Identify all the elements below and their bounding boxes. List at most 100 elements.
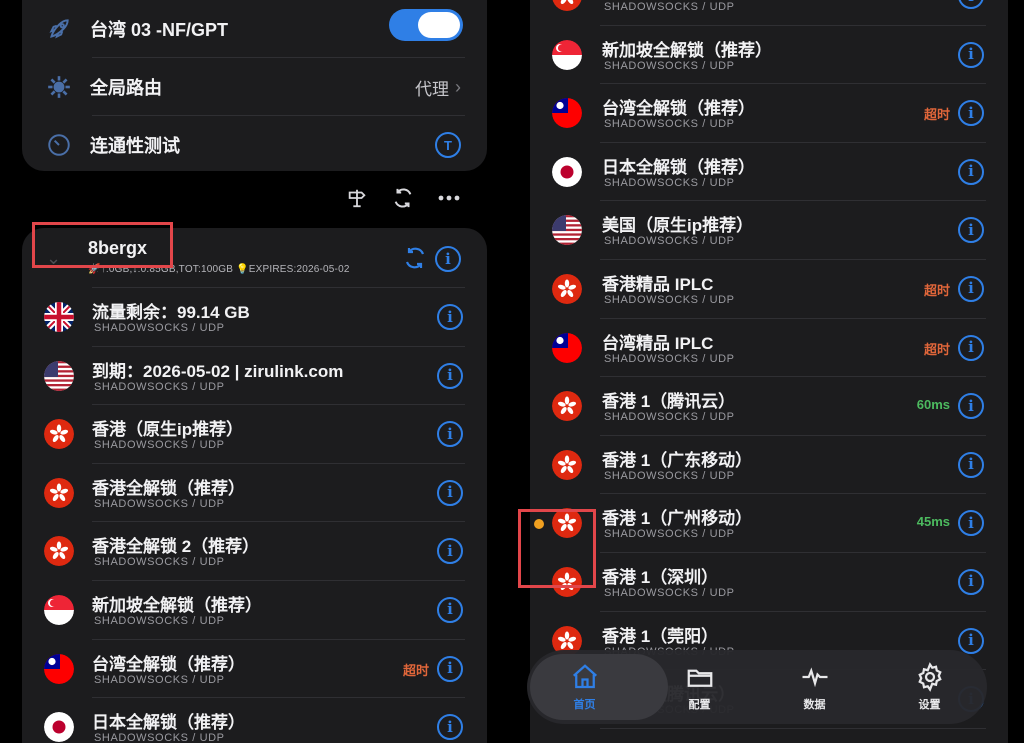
gauge-icon (44, 130, 74, 160)
info-icon[interactable]: i (958, 393, 984, 420)
proxy-toggle[interactable] (389, 9, 463, 41)
chevron-down-icon[interactable]: ⌄ (46, 248, 61, 269)
info-icon[interactable]: i (958, 275, 984, 302)
group-header[interactable]: ⌄ 8bergx 🚀↑:0GB,↓:0.85GB,TOT:100GB 💡EXPI… (22, 228, 487, 288)
tab-config[interactable]: 配置 (645, 650, 755, 724)
node-latency: 45ms (916, 514, 950, 530)
node-row[interactable]: 香港（原生ip推荐） SHADOWSOCKS / UDP i (22, 405, 487, 464)
quick-settings-card: 台湾 03 -NF/GPT 全局路由 代理 › 连通性测试 T (22, 0, 487, 171)
info-icon[interactable]: i (437, 304, 463, 330)
node-row[interactable]: 香港 1（广州移动） SHADOWSOCKS / UDP 45ms i (530, 494, 1008, 553)
flag-sg-icon (44, 594, 74, 625)
node-row[interactable]: 到期：2026-05-02 | zirulink.com SHADOWSOCKS … (22, 347, 487, 406)
node-row[interactable]: 台湾精品 IPLC SHADOWSOCKS / UDP 超时 i (530, 319, 1008, 378)
info-icon[interactable]: i (437, 596, 463, 623)
info-icon[interactable]: i (437, 714, 463, 741)
node-name: 香港（原生ip推荐） (92, 420, 244, 440)
current-node-label: 台湾 03 -NF/GPT (90, 20, 229, 40)
node-row[interactable]: 香港 1（广东移动） SHADOWSOCKS / UDP i (530, 436, 1008, 495)
info-icon[interactable]: i (437, 479, 463, 506)
more-icon[interactable] (437, 186, 461, 210)
pulse-icon (802, 667, 827, 688)
node-row[interactable]: 香港 1（深圳） SHADOWSOCKS / UDP i (530, 553, 1008, 612)
node-protocol: SHADOWSOCKS / UDP (94, 380, 225, 393)
group-usage-stats: 🚀↑:0GB,↓:0.85GB,TOT:100GB 💡EXPIRES:2026-… (88, 264, 350, 275)
flag-us-icon (44, 360, 74, 391)
node-row[interactable]: 新加坡全解锁（推荐） SHADOWSOCKS / UDP i (530, 26, 1008, 85)
node-row[interactable]: 香港全解锁 2（推荐）SHADOWSOCKS / UDPi (530, 0, 1008, 26)
node-row[interactable]: 台湾全解锁（推荐） SHADOWSOCKS / UDP 超时 i (530, 84, 1008, 143)
folder-icon (687, 669, 712, 687)
chevron-right-icon: › (455, 76, 461, 97)
node-name: 香港 1（广州移动） (602, 509, 753, 529)
node-row[interactable]: 香港全解锁（推荐） SHADOWSOCKS / UDP i (22, 464, 487, 523)
node-row[interactable]: 日本全解锁（推荐） SHADOWSOCKS / UDP i (530, 143, 1008, 202)
node-protocol: SHADOWSOCKS / UDP (604, 118, 735, 131)
node-row[interactable]: 美国（原生ip推荐） SHADOWSOCKS / UDP i (530, 201, 1008, 260)
node-row[interactable]: 香港全解锁 2（推荐）SHADOWSOCKS / UDPi (22, 522, 487, 581)
node-row[interactable]: 香港精品 IPLC SHADOWSOCKS / UDP 超时 i (530, 260, 1008, 319)
node-protocol: SHADOWSOCKS / UDP (604, 1, 735, 13)
node-protocol: SHADOWSOCKS / UDP (94, 497, 225, 510)
node-name: 美国（原生ip推荐） (602, 216, 754, 236)
global-route-label: 全局路由 (90, 78, 162, 98)
info-icon[interactable]: i (437, 421, 463, 448)
connectivity-test-row[interactable]: 连通性测试 T (22, 116, 487, 171)
tab-data[interactable]: 数据 (760, 650, 870, 724)
info-icon[interactable]: i (958, 334, 984, 361)
info-icon[interactable]: i (958, 158, 984, 185)
node-row[interactable]: 香港 1（腾讯云） SHADOWSOCKS / UDP 60ms i (530, 377, 1008, 436)
node-name: 香港 1（腾讯云） (602, 392, 736, 412)
node-protocol: SHADOWSOCKS / UDP (94, 439, 225, 452)
tab-settings-label: 设置 (918, 699, 941, 711)
home-icon (572, 664, 597, 689)
tab-home[interactable]: 首页 (529, 650, 668, 724)
info-icon[interactable]: i (958, 510, 984, 537)
connectivity-test-button[interactable]: T (435, 132, 461, 158)
flag-tw-icon (44, 653, 74, 684)
flag-hk-icon (44, 419, 74, 450)
refresh-icon[interactable] (391, 186, 415, 210)
gear-icon (44, 72, 74, 102)
tab-settings[interactable]: 设置 (875, 650, 985, 724)
info-icon[interactable]: i (958, 568, 984, 595)
node-name: 新加坡全解锁（推荐） (602, 40, 772, 60)
info-icon[interactable]: i (958, 217, 984, 244)
route-mode-text: 代理 (415, 79, 449, 99)
node-latency: 超时 (923, 107, 950, 123)
node-protocol: SHADOWSOCKS / UDP (94, 673, 225, 686)
node-row[interactable]: 流量剩余：99.14 GB SHADOWSOCKS / UDP i (22, 288, 487, 347)
info-icon[interactable]: i (437, 538, 463, 565)
node-row[interactable]: 日本全解锁（推荐） SHADOWSOCKS / UDP i (22, 698, 487, 743)
node-protocol: SHADOWSOCKS / UDP (604, 586, 735, 599)
current-node-row[interactable]: 台湾 03 -NF/GPT (22, 0, 487, 58)
global-route-row[interactable]: 全局路由 代理 › (22, 58, 487, 116)
route-mode-value[interactable]: 代理 › (415, 75, 461, 100)
node-protocol: SHADOWSOCKS / UDP (604, 59, 735, 72)
node-name: 香港 1（莞阳） (602, 626, 719, 646)
tab-data-label: 数据 (803, 699, 826, 711)
info-icon[interactable]: i (958, 0, 984, 9)
info-icon[interactable]: i (437, 362, 463, 389)
bottom-tab-bar: 首页 配置 数据 设置 (527, 650, 987, 724)
info-icon[interactable]: i (437, 655, 463, 682)
group-name: 8bergx (88, 238, 148, 258)
node-name: 香港全解锁（推荐） (92, 478, 245, 498)
flag-tw-icon (552, 98, 582, 129)
flag-us-icon (552, 215, 582, 246)
info-icon[interactable]: i (958, 100, 984, 127)
signpost-icon[interactable] (345, 186, 369, 210)
node-row[interactable]: 新加坡全解锁（推荐） SHADOWSOCKS / UDP i (22, 581, 487, 640)
node-protocol: SHADOWSOCKS / UDP (604, 293, 735, 306)
node-latency: 超时 (402, 662, 429, 678)
flag-hk-icon (552, 449, 582, 480)
info-icon[interactable]: i (958, 451, 984, 478)
node-protocol: SHADOWSOCKS / UDP (604, 469, 735, 482)
info-icon[interactable]: i (958, 41, 984, 68)
node-row[interactable]: 台湾全解锁（推荐） SHADOWSOCKS / UDP 超时 i (22, 640, 487, 699)
group-info-icon[interactable]: i (435, 246, 461, 272)
tab-home-label: 首页 (573, 699, 596, 711)
group-refresh-icon[interactable] (403, 246, 427, 275)
node-name: 台湾精品 IPLC (602, 333, 714, 353)
rocket-icon (44, 14, 74, 44)
